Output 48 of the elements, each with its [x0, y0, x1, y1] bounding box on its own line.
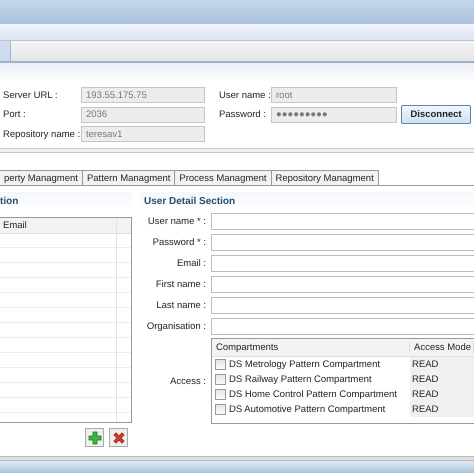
- field-label: Server URL :: [3, 90, 59, 100]
- text-field[interactable]: 2036: [81, 106, 205, 122]
- access-mode: READ: [410, 357, 474, 372]
- text-field[interactable]: [211, 234, 474, 251]
- access-mode: READ: [410, 372, 474, 387]
- text-field[interactable]: 193.55.175.75: [81, 87, 205, 103]
- field-label: First name :: [154, 279, 206, 290]
- editor-tab[interactable]: [0, 41, 11, 61]
- field-label: Password :: [219, 109, 267, 120]
- column-header: Access Mode: [410, 342, 474, 353]
- compartment-name: DS Railway Pattern Compartment: [229, 374, 372, 385]
- field-label: User name :: [219, 90, 271, 100]
- password-field[interactable]: ●●●●●●●●●: [271, 106, 397, 122]
- compartment-name: DS Metrology Pattern Compartment: [229, 359, 380, 370]
- field-label: Last name :: [155, 300, 206, 311]
- checkbox[interactable]: [215, 389, 226, 400]
- compartment-name: DS Automotive Pattern Compartment: [229, 404, 386, 415]
- column-header: Compartments: [212, 342, 410, 353]
- access-mode: READ: [410, 387, 474, 402]
- checkbox[interactable]: [215, 404, 226, 415]
- field-label: Port :: [3, 109, 27, 120]
- tab[interactable]: Repository Managment: [270, 170, 379, 185]
- field-label: Organisation :: [146, 321, 206, 332]
- compartment-name: DS Home Control Pattern Compartment: [229, 389, 397, 400]
- field-label: Repository name :: [3, 128, 81, 140]
- text-field[interactable]: teresav1: [81, 126, 205, 142]
- text-field[interactable]: [211, 213, 474, 230]
- text-field[interactable]: [211, 318, 474, 335]
- field-label: Access :: [169, 376, 206, 386]
- text-field[interactable]: [211, 255, 474, 272]
- tab[interactable]: Pattern Managment: [82, 170, 176, 185]
- checkbox[interactable]: [215, 374, 226, 385]
- plus-icon: [88, 430, 102, 444]
- add-button[interactable]: [85, 428, 104, 447]
- tab[interactable]: Process Managment: [174, 170, 272, 185]
- delete-button[interactable]: [109, 428, 128, 447]
- field-label: User name * :: [146, 216, 206, 227]
- text-field[interactable]: [211, 276, 474, 293]
- text-field[interactable]: root: [271, 87, 397, 103]
- text-field[interactable]: [211, 297, 474, 314]
- access-mode: READ: [410, 402, 474, 417]
- cross-icon: [112, 430, 126, 444]
- field-label: Password * :: [152, 237, 206, 248]
- column-header: Email: [0, 218, 117, 233]
- field-label: Email :: [176, 258, 206, 269]
- disconnect-button[interactable]: Disconnect: [401, 105, 471, 124]
- tab[interactable]: perty Managment: [0, 170, 83, 185]
- checkbox[interactable]: [215, 359, 226, 370]
